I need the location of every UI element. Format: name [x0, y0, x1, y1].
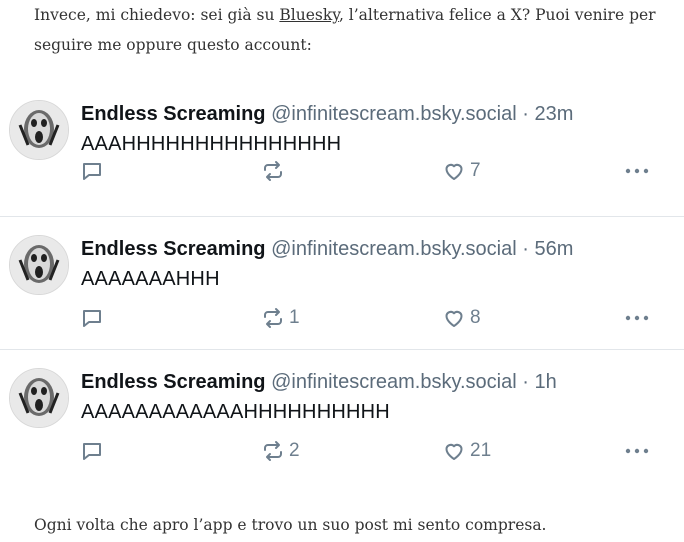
avatar[interactable] [9, 100, 69, 160]
post-text: AAAAAAAHHH [81, 268, 220, 290]
author-name[interactable]: Endless Screaming [81, 103, 266, 125]
scream-avatar-icon [10, 236, 68, 294]
avatar[interactable] [9, 368, 69, 428]
post-header: Endless Screaming @infinitescream.bsky.s… [81, 235, 573, 263]
more-icon [625, 315, 649, 321]
scream-avatar-icon [10, 369, 68, 427]
avatar[interactable] [9, 235, 69, 295]
post-text: AAAAAAAAAAAAHHHHHHHHHH [81, 401, 390, 423]
meta-separator: · [522, 103, 529, 125]
reply-icon [83, 443, 101, 460]
post-time[interactable]: 1h [534, 371, 556, 393]
post-card[interactable]: Endless Screaming @infinitescream.bsky.s… [0, 349, 684, 483]
post-time[interactable]: 56m [534, 238, 573, 260]
author-handle[interactable]: @infinitescream.bsky.social [271, 238, 517, 260]
meta-separator: · [522, 238, 529, 260]
post-card[interactable]: Endless Screaming @infinitescream.bsky.s… [0, 216, 684, 350]
author-name[interactable]: Endless Screaming [81, 238, 266, 260]
post-card[interactable]: Endless Screaming @infinitescream.bsky.s… [0, 100, 684, 233]
more-options-button[interactable] [623, 305, 651, 331]
more-icon [625, 448, 649, 454]
author-handle[interactable]: @infinitescream.bsky.social [271, 371, 517, 393]
scream-avatar-icon [10, 101, 68, 159]
intro-text-before: Invece, mi chiedevo: sei già su [34, 6, 280, 24]
like-button[interactable]: 8 [442, 305, 481, 331]
heart-icon [445, 443, 463, 460]
reply-button[interactable] [80, 438, 108, 464]
reply-icon [83, 310, 101, 327]
repost-button[interactable]: 1 [261, 305, 300, 331]
outro-paragraph: Ogni volta che apro l’app e trovo un suo… [34, 516, 547, 534]
heart-icon [445, 310, 463, 327]
post-actions: 7 [0, 158, 684, 186]
repost-icon [264, 161, 282, 181]
post-header: Endless Screaming @infinitescream.bsky.s… [81, 100, 573, 128]
reply-icon [83, 163, 101, 180]
author-handle[interactable]: @infinitescream.bsky.social [271, 103, 517, 125]
more-options-button[interactable] [623, 158, 651, 184]
post-actions: 1 8 [0, 305, 684, 333]
repost-button[interactable] [261, 158, 289, 184]
like-count: 8 [470, 307, 481, 328]
post-text: AAAHHHHHHHHHHHHHHH [81, 133, 342, 155]
repost-count: 2 [289, 440, 300, 461]
meta-separator: · [522, 371, 529, 393]
post-time[interactable]: 23m [534, 103, 573, 125]
intro-paragraph: Invece, mi chiedevo: sei già su Bluesky,… [34, 0, 664, 60]
post-actions: 2 21 [0, 438, 684, 466]
reply-button[interactable] [80, 305, 108, 331]
post-header: Endless Screaming @infinitescream.bsky.s… [81, 368, 557, 396]
heart-icon [445, 163, 463, 180]
like-count: 7 [470, 160, 481, 181]
author-name[interactable]: Endless Screaming [81, 371, 266, 393]
like-button[interactable]: 7 [442, 158, 481, 184]
like-button[interactable]: 21 [442, 438, 491, 464]
more-options-button[interactable] [623, 438, 651, 464]
like-count: 21 [470, 440, 492, 461]
repost-count: 1 [289, 307, 300, 328]
reply-button[interactable] [80, 158, 108, 184]
more-icon [625, 168, 649, 174]
repost-button[interactable]: 2 [261, 438, 300, 464]
repost-icon [264, 441, 282, 461]
bluesky-link[interactable]: Bluesky [279, 6, 339, 24]
repost-icon [264, 308, 282, 328]
